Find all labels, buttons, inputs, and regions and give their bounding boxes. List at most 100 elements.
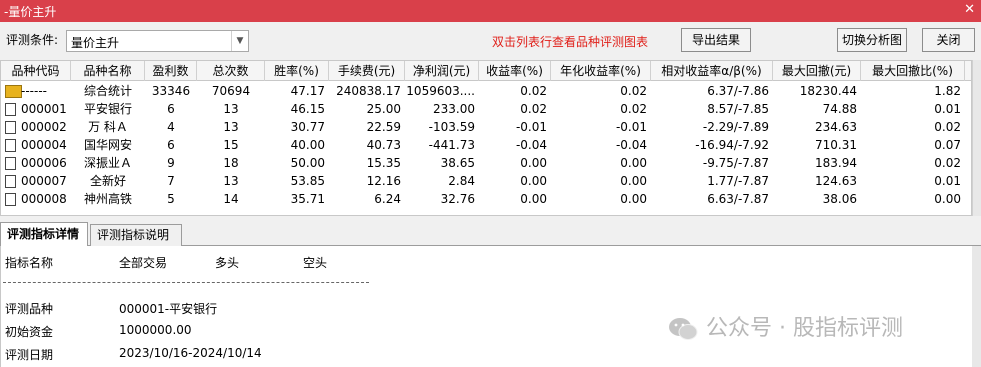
detail-header-all: 全部交易 xyxy=(119,256,168,270)
table-cell: 0.02 xyxy=(620,102,647,116)
column-header[interactable]: 胜率(%) xyxy=(265,61,329,81)
detail-scrollbar[interactable] xyxy=(972,246,981,367)
table-cell: 13 xyxy=(223,120,239,134)
table-row[interactable]: 000008 神州高铁 5 14 35.71 6.24 32.76 0.00 0.00 6.63/… xyxy=(1,190,971,208)
column-header[interactable]: 品种名称 xyxy=(71,61,145,81)
table-cell: 15.35 xyxy=(366,156,401,170)
table-cell: -0.01 xyxy=(515,120,547,134)
table-cell: 0.02 xyxy=(934,156,961,170)
table-cell: -441.73 xyxy=(428,138,475,152)
table-cell: 000007 xyxy=(21,174,67,188)
column-header[interactable]: 盈利数 xyxy=(145,61,197,81)
tab-metric-explanation[interactable]: 评测指标说明 xyxy=(90,224,182,246)
table-cell: 0.02 xyxy=(934,120,961,134)
table-cell: 233.00 xyxy=(433,102,475,116)
table-row[interactable]: ------ 综合统计 33346 70694 47.17 240838.17 105960… xyxy=(1,82,971,100)
table-row[interactable]: 000007 全新好 7 13 53.85 12.16 2.84 0.00 0.00 1.77/-… xyxy=(1,172,971,190)
table-cell: 46.15 xyxy=(290,102,325,116)
table-cell: 5 xyxy=(167,192,175,206)
table-cell: 1059603.... xyxy=(406,84,475,98)
title-bar: -量价主升 ✕ xyxy=(0,0,981,22)
table-cell: 0.00 xyxy=(934,192,961,206)
detail-panel: 指标名称 全部交易 多头 空头 评测品种 000001-平安银行 初始资金 10… xyxy=(0,246,972,367)
divider xyxy=(3,282,369,283)
detail-value: 2023/10/16-2024/10/14 xyxy=(119,346,262,360)
table-cell: 0.00 xyxy=(520,174,547,188)
table-cell: 0.00 xyxy=(520,192,547,206)
detail-label: 初始资金 xyxy=(5,325,54,339)
column-header[interactable]: 总次数 xyxy=(197,61,265,81)
table-cell: 6.63/-7.87 xyxy=(707,192,769,206)
table-cell: 40.00 xyxy=(290,138,325,152)
table-cell: 6.24 xyxy=(374,192,401,206)
wechat-icon xyxy=(669,318,698,340)
table-cell: 38.65 xyxy=(440,156,475,170)
table-cell: 平安银行 xyxy=(83,102,132,116)
table-cell: 0.00 xyxy=(620,174,647,188)
hint-text: 双击列表行查看品种评测图表 xyxy=(492,35,649,49)
column-header[interactable]: 品种代码 xyxy=(1,61,71,81)
toolbar: 评测条件: 量价主升 ▼ 双击列表行查看品种评测图表 导出结果 切换分析图 关闭 xyxy=(0,22,981,58)
close-button[interactable]: 关闭 xyxy=(922,28,975,52)
table-cell: 0.02 xyxy=(620,84,647,98)
table-cell: 神州高铁 xyxy=(83,192,132,206)
table-cell: 53.85 xyxy=(290,174,325,188)
column-header[interactable]: 净利润(元) xyxy=(405,61,479,81)
table-cell: -103.59 xyxy=(428,120,475,134)
table-cell: 4 xyxy=(167,120,175,134)
table-cell: -16.94/-7.92 xyxy=(695,138,769,152)
table-cell: 000006 xyxy=(21,156,67,170)
column-header[interactable]: 手续费(元) xyxy=(329,61,405,81)
table-cell: 25.00 xyxy=(366,102,401,116)
table-row[interactable]: 000006 深振业Ａ 9 18 50.00 15.35 38.65 0.00 0.00 -9.7… xyxy=(1,154,971,172)
table-cell: 000001 xyxy=(21,102,67,116)
table-cell: 深振业Ａ xyxy=(83,156,132,170)
table-cell: 33346 xyxy=(151,84,191,98)
table-cell: 9 xyxy=(167,156,175,170)
criteria-label: 评测条件: xyxy=(6,33,59,47)
table-cell: -0.04 xyxy=(515,138,547,152)
column-header[interactable]: 最大回撤比(%) xyxy=(861,61,965,81)
table-cell: 国华网安 xyxy=(83,138,132,152)
chevron-down-icon[interactable]: ▼ xyxy=(231,31,248,51)
column-header[interactable]: 最大回撤(元) xyxy=(773,61,861,81)
table-row[interactable]: 000004 国华网安 6 15 40.00 40.73 -441.73 -0.04 -0.04… xyxy=(1,136,971,154)
table-cell: 0.02 xyxy=(520,102,547,116)
table-cell: -2.29/-7.89 xyxy=(702,120,769,134)
column-header[interactable]: 相对收益率α/β(%) xyxy=(651,61,773,81)
column-header[interactable]: 年化收益率(%) xyxy=(551,61,651,81)
table-cell: 000002 xyxy=(21,120,67,134)
table-cell: 18230.44 xyxy=(799,84,857,98)
table-scrollbar[interactable] xyxy=(972,60,981,216)
table-cell: ------ xyxy=(21,84,47,98)
table-cell: 000004 xyxy=(21,138,67,152)
export-button[interactable]: 导出结果 xyxy=(681,28,751,52)
table-cell: 1.82 xyxy=(934,84,961,98)
detail-header-long: 多头 xyxy=(215,256,240,270)
table-cell: 0.01 xyxy=(934,102,961,116)
column-header[interactable]: 收益率(%) xyxy=(479,61,551,81)
table-cell: 40.73 xyxy=(366,138,401,152)
table-cell: 综合统计 xyxy=(83,84,132,98)
detail-value: 000001-平安银行 xyxy=(119,302,218,316)
criteria-select[interactable]: 量价主升 ▼ xyxy=(66,30,249,52)
detail-header-name: 指标名称 xyxy=(5,256,54,270)
switch-chart-button[interactable]: 切换分析图 xyxy=(837,28,907,52)
table-cell: 234.63 xyxy=(815,120,857,134)
tab-metric-details[interactable]: 评测指标详情 xyxy=(0,222,88,246)
table-cell: 000008 xyxy=(21,192,67,206)
table-row[interactable]: 000002 万 科Ａ 4 13 30.77 22.59 -103.59 -0.01 -0.01… xyxy=(1,118,971,136)
close-icon[interactable]: ✕ xyxy=(964,2,975,17)
table-cell: -9.75/-7.87 xyxy=(702,156,769,170)
table-cell: 240838.17 xyxy=(336,84,401,98)
table-cell: 全新好 xyxy=(89,174,126,188)
table-cell: 74.88 xyxy=(822,102,857,116)
table-cell: 38.06 xyxy=(822,192,857,206)
detail-header-short: 空头 xyxy=(303,256,328,270)
table-cell: 124.63 xyxy=(815,174,857,188)
table-cell: 1.77/-7.87 xyxy=(707,174,769,188)
table-cell: 8.57/-7.85 xyxy=(707,102,769,116)
table-cell: 50.00 xyxy=(290,156,325,170)
table-cell: 7 xyxy=(167,174,175,188)
table-row[interactable]: 000001 平安银行 6 13 46.15 25.00 233.00 0.02 0.02 8.5… xyxy=(1,100,971,118)
